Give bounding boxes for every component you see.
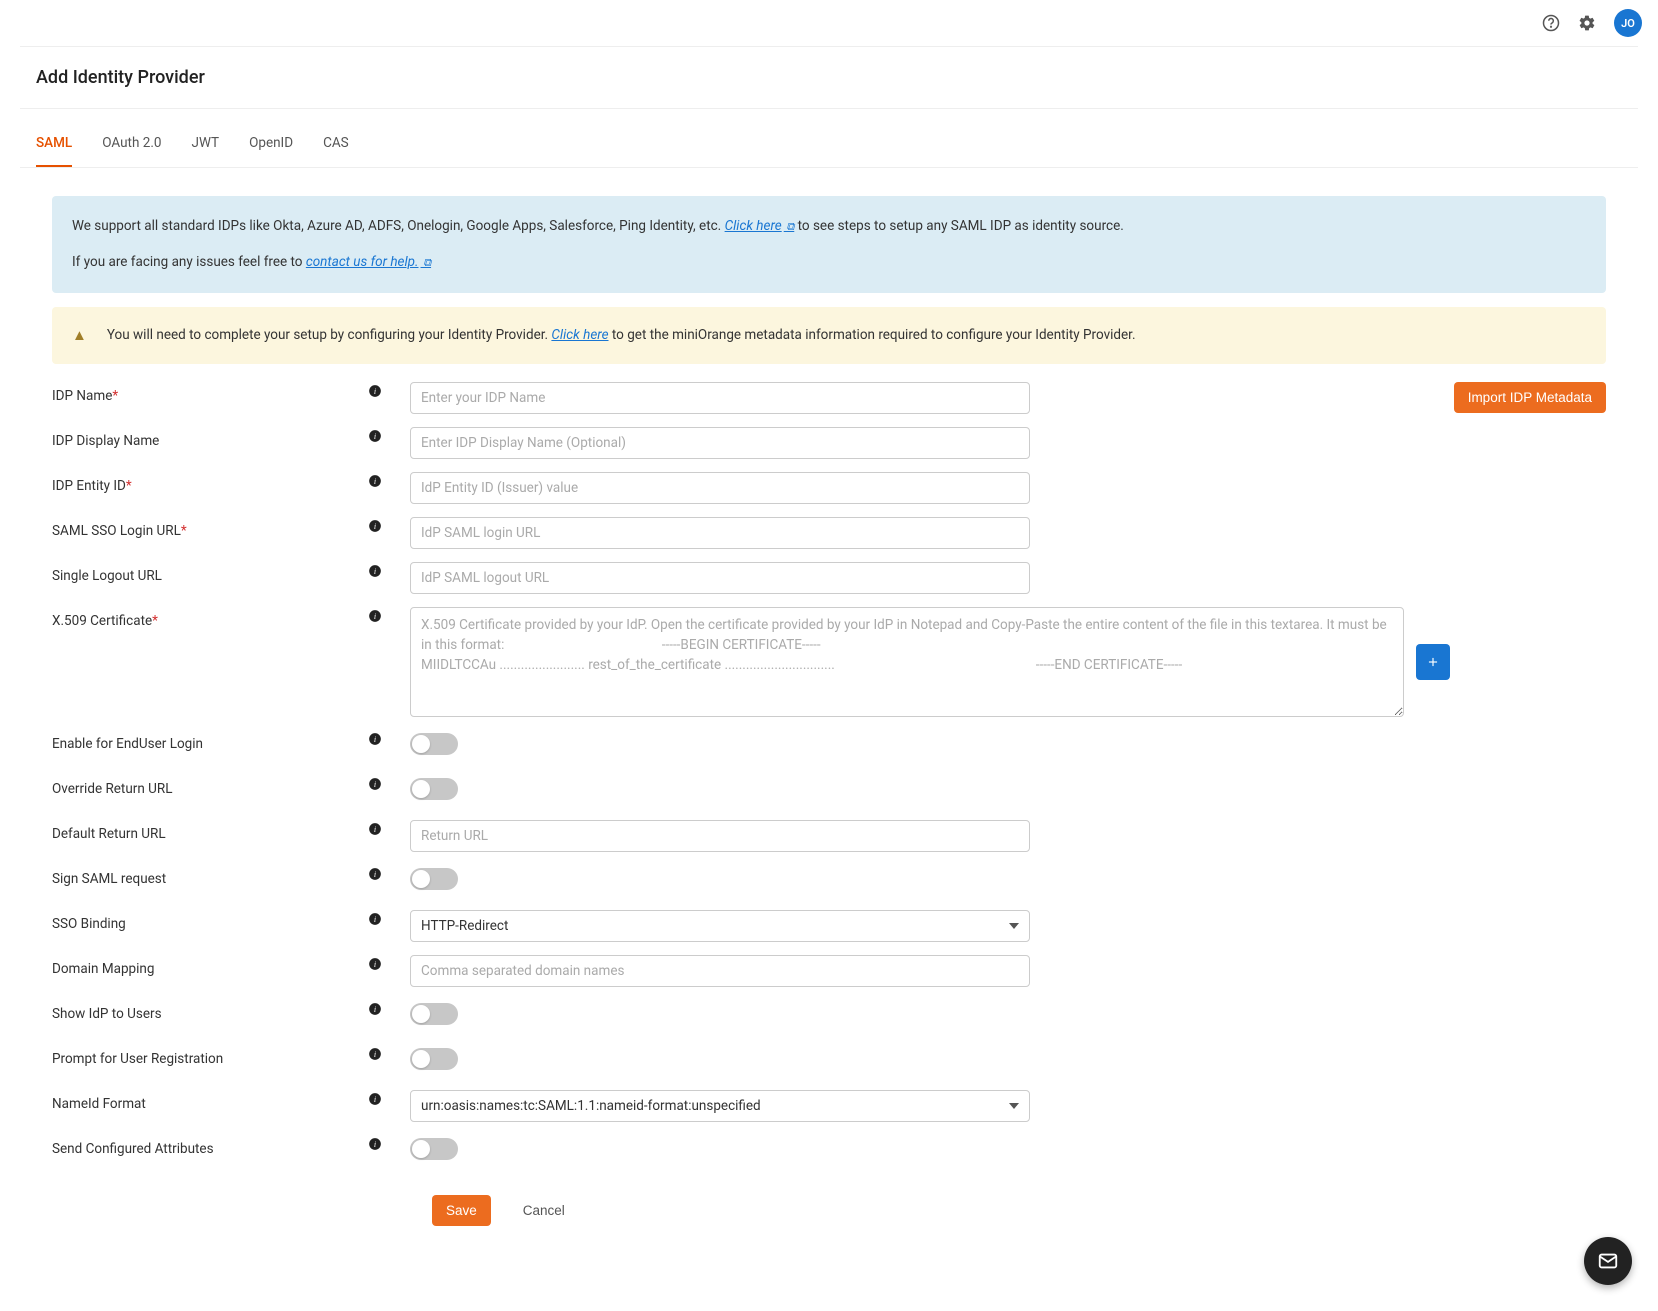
sso-binding-label: SSO Binding: [52, 916, 126, 932]
info-icon[interactable]: i: [368, 1047, 382, 1061]
sign-saml-request-label: Sign SAML request: [52, 871, 166, 887]
default-return-url-input[interactable]: [410, 820, 1030, 852]
import-idp-metadata-button[interactable]: Import IDP Metadata: [1454, 382, 1606, 413]
idp-name-input[interactable]: [410, 382, 1030, 414]
info-icon[interactable]: i: [368, 1137, 382, 1151]
avatar[interactable]: JO: [1614, 9, 1642, 37]
default-return-url-label: Default Return URL: [52, 826, 166, 842]
single-logout-url-input[interactable]: [410, 562, 1030, 594]
info-icon[interactable]: i: [368, 777, 382, 791]
tab-oauth[interactable]: OAuth 2.0: [102, 127, 161, 167]
contact-help-link[interactable]: contact us for help. ⧉: [306, 254, 431, 270]
info-icon[interactable]: i: [368, 912, 382, 926]
send-configured-attributes-toggle[interactable]: [410, 1138, 458, 1160]
idp-entity-id-label: IDP Entity ID: [52, 478, 126, 494]
override-return-url-toggle[interactable]: [410, 778, 458, 800]
page-title: Add Identity Provider: [36, 67, 1622, 88]
cancel-button[interactable]: Cancel: [509, 1195, 579, 1226]
help-icon[interactable]: [1542, 14, 1560, 32]
send-configured-attributes-label: Send Configured Attributes: [52, 1141, 214, 1157]
save-button[interactable]: Save: [432, 1195, 491, 1226]
prompt-user-registration-toggle[interactable]: [410, 1048, 458, 1070]
info-icon[interactable]: i: [368, 429, 382, 443]
info-text-3: If you are facing any issues feel free t…: [72, 254, 306, 270]
show-idp-to-users-toggle[interactable]: [410, 1003, 458, 1025]
domain-mapping-label: Domain Mapping: [52, 961, 154, 977]
idp-name-label: IDP Name: [52, 388, 112, 404]
info-icon[interactable]: i: [368, 1092, 382, 1106]
tab-cas[interactable]: CAS: [323, 127, 349, 167]
gear-icon[interactable]: [1578, 14, 1596, 32]
nameid-format-label: NameId Format: [52, 1096, 146, 1112]
info-icon[interactable]: i: [368, 1002, 382, 1016]
info-icon[interactable]: i: [368, 609, 382, 623]
warning-icon: ▲: [72, 321, 87, 350]
plus-icon: [1426, 655, 1440, 669]
override-return-url-label: Override Return URL: [52, 781, 173, 797]
info-icon[interactable]: i: [368, 564, 382, 578]
prompt-user-registration-label: Prompt for User Registration: [52, 1051, 223, 1067]
show-idp-to-users-label: Show IdP to Users: [52, 1006, 162, 1022]
nameid-format-select[interactable]: urn:oasis:names:tc:SAML:1.1:nameid-forma…: [410, 1090, 1030, 1122]
warn-text-2: to get the miniOrange metadata informati…: [612, 327, 1136, 343]
info-text-1: We support all standard IDPs like Okta, …: [72, 218, 725, 234]
click-here-metadata-link[interactable]: Click here: [551, 327, 608, 343]
sign-saml-request-toggle[interactable]: [410, 868, 458, 890]
tab-saml[interactable]: SAML: [36, 127, 72, 167]
domain-mapping-input[interactable]: [410, 955, 1030, 987]
info-icon[interactable]: i: [368, 519, 382, 533]
external-link-icon: ⧉: [784, 220, 795, 233]
tab-openid[interactable]: OpenID: [249, 127, 293, 167]
idp-display-name-label: IDP Display Name: [52, 433, 159, 449]
add-certificate-button[interactable]: [1416, 644, 1450, 680]
enable-enduser-login-label: Enable for EndUser Login: [52, 736, 203, 752]
tab-jwt[interactable]: JWT: [192, 127, 220, 167]
tabs: SAML OAuth 2.0 JWT OpenID CAS: [20, 127, 1638, 168]
chat-fab[interactable]: [1584, 1237, 1632, 1285]
click-here-setup-link[interactable]: Click here ⧉: [725, 218, 795, 234]
x509-cert-textarea[interactable]: [410, 607, 1404, 717]
warning-alert: ▲ You will need to complete your setup b…: [52, 307, 1606, 364]
info-icon[interactable]: i: [368, 474, 382, 488]
external-link-icon: ⧉: [421, 256, 432, 269]
enable-enduser-login-toggle[interactable]: [410, 733, 458, 755]
x509-cert-label: X.509 Certificate: [52, 613, 152, 629]
info-icon[interactable]: i: [368, 867, 382, 881]
mail-icon: [1597, 1250, 1619, 1272]
single-logout-url-label: Single Logout URL: [52, 568, 162, 584]
sso-login-url-label: SAML SSO Login URL: [52, 523, 181, 539]
idp-display-name-input[interactable]: [410, 427, 1030, 459]
info-text-2: to see steps to setup any SAML IDP as id…: [798, 218, 1124, 234]
info-icon[interactable]: i: [368, 822, 382, 836]
sso-binding-select[interactable]: HTTP-Redirect: [410, 910, 1030, 942]
info-icon[interactable]: i: [368, 957, 382, 971]
idp-entity-id-input[interactable]: [410, 472, 1030, 504]
info-alert: We support all standard IDPs like Okta, …: [52, 196, 1606, 293]
warn-text-1: You will need to complete your setup by …: [107, 327, 552, 343]
info-icon[interactable]: i: [368, 732, 382, 746]
info-icon[interactable]: i: [368, 384, 382, 398]
sso-login-url-input[interactable]: [410, 517, 1030, 549]
